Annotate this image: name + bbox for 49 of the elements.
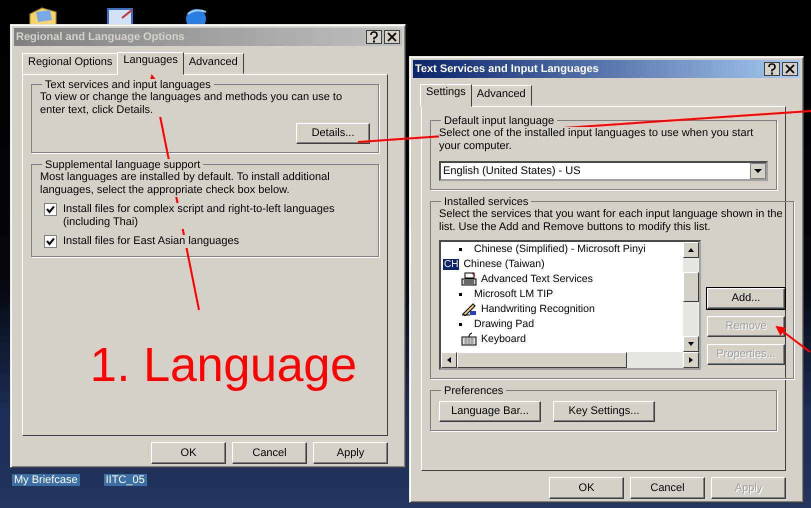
tree-item[interactable]: Advanced Text Services [481, 273, 593, 286]
desktop-icon-label[interactable]: IITC_05 [104, 474, 147, 486]
tree-item[interactable]: Chinese (Simplified) - Microsoft Pinyi [474, 243, 646, 256]
language-dropdown[interactable]: English (United States) - US [439, 160, 768, 181]
tab[interactable]: Regional Options [22, 52, 118, 74]
checkbox[interactable] [44, 234, 57, 248]
keyboard-icon [461, 332, 477, 346]
tree-item[interactable]: Keyboard [481, 333, 526, 346]
help-icon[interactable] [366, 30, 382, 44]
bullet-icon [459, 322, 462, 326]
tab[interactable]: Advanced [470, 84, 532, 106]
tree-item[interactable]: Microsoft LM TIP [474, 288, 554, 300]
tab[interactable]: Settings [420, 84, 472, 107]
tree-item[interactable]: Handwriting Recognition [481, 303, 595, 316]
dialog-button[interactable]: Cancel [630, 477, 705, 499]
right-arrow-icon[interactable] [687, 356, 695, 364]
window-title: Regional and Language Options [16, 30, 185, 43]
bullet-icon [459, 248, 462, 251]
checkbox[interactable] [44, 202, 57, 216]
language-badge: CH [443, 258, 460, 270]
preference-button[interactable]: Key Settings... [553, 400, 655, 422]
tab[interactable]: Advanced [182, 52, 244, 74]
dialog-button[interactable]: OK [549, 477, 624, 499]
up-arrow-icon[interactable] [687, 246, 695, 254]
window-title: Text Services and Input Languages [415, 62, 599, 75]
dialog-button[interactable]: Apply [313, 442, 388, 464]
close-icon[interactable] [782, 62, 798, 76]
preference-button[interactable]: Language Bar... [439, 400, 541, 422]
horizontal-scrollbar[interactable] [441, 352, 699, 368]
desktop-icon-label[interactable]: My Briefcase [12, 474, 80, 486]
tree-item[interactable]: Drawing Pad [474, 318, 534, 330]
close-icon[interactable] [384, 30, 400, 44]
details-button[interactable]: Details... [296, 122, 370, 144]
service-button[interactable]: Add... [707, 288, 785, 309]
down-arrow-icon[interactable] [687, 340, 695, 348]
left-arrow-icon[interactable] [445, 356, 453, 364]
bullet-icon [459, 292, 462, 296]
checkbox-label: Install files for East Asian languages [63, 234, 240, 248]
tree-item[interactable]: Chinese (Taiwan) [463, 258, 545, 270]
tab[interactable]: Languages [117, 52, 184, 75]
window-icon[interactable] [106, 6, 134, 26]
annotation-text: 1. Language [90, 340, 357, 392]
annotation-arrow [775, 326, 811, 353]
help-icon[interactable] [764, 62, 780, 76]
pen-icon [461, 302, 477, 316]
dialog-button[interactable]: Cancel [232, 442, 307, 464]
description-text: Select the services that you want for each input language shown in the list. Use the Add and Remove buttons to modify this list. [439, 208, 785, 234]
dialog-button[interactable]: OK [151, 442, 226, 464]
vertical-scrollbar[interactable] [683, 242, 699, 352]
